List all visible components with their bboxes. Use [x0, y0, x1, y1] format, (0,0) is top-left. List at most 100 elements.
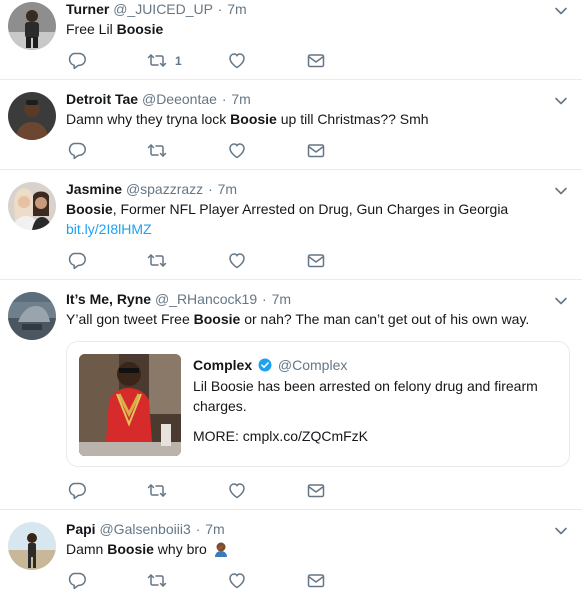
tweet-actions: [66, 482, 366, 500]
direct-message-button[interactable]: [306, 142, 326, 160]
direct-message-button[interactable]: [306, 572, 326, 590]
separator: ·: [195, 521, 201, 537]
retweet-button[interactable]: [147, 252, 167, 270]
like-icon: [229, 53, 245, 69]
display-name[interactable]: Detroit Tae: [66, 91, 138, 107]
tweet-link-line: bit.ly/2I8lHMZ: [66, 219, 152, 239]
direct-message-button[interactable]: [306, 482, 326, 500]
tweet[interactable]: Detroit Tae @Deeontae · 7m Damn why they…: [0, 80, 582, 170]
reply-button[interactable]: [68, 572, 88, 590]
tweet-link[interactable]: bit.ly/2I8lHMZ: [66, 221, 152, 237]
reply-icon: [68, 252, 86, 270]
like-button[interactable]: [227, 572, 247, 590]
timestamp[interactable]: 7m: [272, 291, 291, 307]
retweet-icon: [147, 144, 167, 157]
direct-message-icon: [307, 54, 325, 68]
quoted-tweet-text: Lil Boosie has been arrested on felony d…: [193, 378, 538, 394]
like-button[interactable]: [227, 52, 247, 70]
reply-button[interactable]: [68, 52, 88, 70]
tweet-actions: [66, 252, 366, 270]
tweet-actions: 1: [66, 52, 366, 70]
tweet-actions: [66, 572, 366, 590]
like-icon: [229, 253, 245, 269]
timestamp[interactable]: 7m: [231, 91, 250, 107]
facepalm-emoji-icon: [214, 542, 227, 557]
like-button[interactable]: [227, 252, 247, 270]
reply-icon: [68, 572, 86, 590]
reply-icon: [68, 482, 86, 500]
avatar[interactable]: [8, 2, 56, 50]
direct-message-icon: [307, 144, 325, 158]
tweet-header: Jasmine @spazzrazz · 7m: [66, 180, 237, 198]
like-icon: [229, 143, 245, 159]
reply-icon: [68, 142, 86, 160]
tweet-header: Papi @Galsenboiii3 · 7m: [66, 520, 225, 538]
like-icon: [229, 573, 245, 589]
display-name[interactable]: Turner: [66, 1, 109, 17]
avatar[interactable]: [8, 182, 56, 230]
like-button[interactable]: [227, 142, 247, 160]
timestamp[interactable]: 7m: [218, 181, 237, 197]
retweet-count: 1: [175, 54, 182, 68]
user-handle[interactable]: @_RHancock19: [155, 291, 257, 307]
direct-message-icon: [307, 574, 325, 588]
display-name[interactable]: Papi: [66, 521, 96, 537]
display-name[interactable]: It’s Me, Ryne: [66, 291, 151, 307]
like-button[interactable]: [227, 482, 247, 500]
direct-message-icon: [307, 254, 325, 268]
quoted-tweet-text: MORE: cmplx.co/ZQCmFzK: [193, 428, 369, 444]
tweet[interactable]: Turner @_JUICED_UP · 7m Free Lil Boosie …: [0, 0, 582, 80]
quoted-tweet-image: [79, 354, 181, 456]
quoted-tweet[interactable]: Complex @Complex Lil Boosie has been arr…: [66, 341, 570, 467]
quoted-user-handle[interactable]: @Complex: [278, 357, 347, 373]
tweet-text: Damn why they tryna lock Boosie up till …: [66, 111, 429, 127]
retweet-button[interactable]: [147, 482, 167, 500]
reply-button[interactable]: [68, 142, 88, 160]
tweet[interactable]: Papi @Galsenboiii3 · 7m Damn Boosie why …: [0, 510, 582, 602]
avatar[interactable]: [8, 522, 56, 570]
quoted-tweet-text: charges.: [193, 398, 247, 414]
tweet[interactable]: It’s Me, Ryne @_RHancock19 · 7m Y’all go…: [0, 280, 582, 510]
user-handle[interactable]: @Deeontae: [142, 91, 217, 107]
chevron-down-icon[interactable]: [554, 524, 568, 538]
retweet-button[interactable]: [147, 572, 167, 590]
chevron-down-icon[interactable]: [554, 4, 568, 18]
quoted-display-name[interactable]: Complex: [193, 357, 252, 373]
tweet-text: Damn Boosie why bro: [66, 539, 229, 559]
separator: ·: [262, 291, 267, 307]
like-icon: [229, 483, 245, 499]
user-handle[interactable]: @Galsenboiii3: [99, 521, 190, 537]
retweet-icon: [147, 574, 167, 587]
user-handle[interactable]: @spazzrazz: [126, 181, 203, 197]
avatar[interactable]: [8, 92, 56, 140]
user-handle[interactable]: @_JUICED_UP: [113, 1, 213, 17]
reply-button[interactable]: [68, 482, 88, 500]
retweet-button[interactable]: [147, 142, 167, 160]
avatar[interactable]: [8, 292, 56, 340]
tweet-text: Free Lil Boosie: [66, 21, 164, 37]
direct-message-button[interactable]: [306, 52, 326, 70]
direct-message-button[interactable]: [306, 252, 326, 270]
retweet-icon: [147, 54, 167, 67]
display-name[interactable]: Jasmine: [66, 181, 122, 197]
reply-icon: [68, 52, 86, 70]
separator: ·: [221, 91, 227, 107]
tweet-actions: [66, 142, 366, 160]
tweet[interactable]: Jasmine @spazzrazz · 7m Boosie, Former N…: [0, 170, 582, 280]
chevron-down-icon[interactable]: [554, 294, 568, 308]
tweet-text: Y’all gon tweet Free Boosie or nah? The …: [66, 311, 530, 327]
tweet-text: Boosie, Former NFL Player Arrested on Dr…: [66, 201, 509, 217]
retweet-icon: [147, 254, 167, 267]
tweet-header: Detroit Tae @Deeontae · 7m: [66, 90, 251, 108]
timestamp[interactable]: 7m: [205, 521, 224, 537]
reply-button[interactable]: [68, 252, 88, 270]
chevron-down-icon[interactable]: [554, 94, 568, 108]
quoted-tweet-header: Complex @Complex: [193, 356, 347, 374]
timestamp[interactable]: 7m: [227, 1, 246, 17]
tweet-header: Turner @_JUICED_UP · 7m: [66, 0, 247, 18]
separator: ·: [217, 1, 223, 17]
direct-message-icon: [307, 484, 325, 498]
chevron-down-icon[interactable]: [554, 184, 568, 198]
retweet-button[interactable]: 1: [147, 52, 182, 70]
verified-badge-icon: [258, 358, 272, 372]
